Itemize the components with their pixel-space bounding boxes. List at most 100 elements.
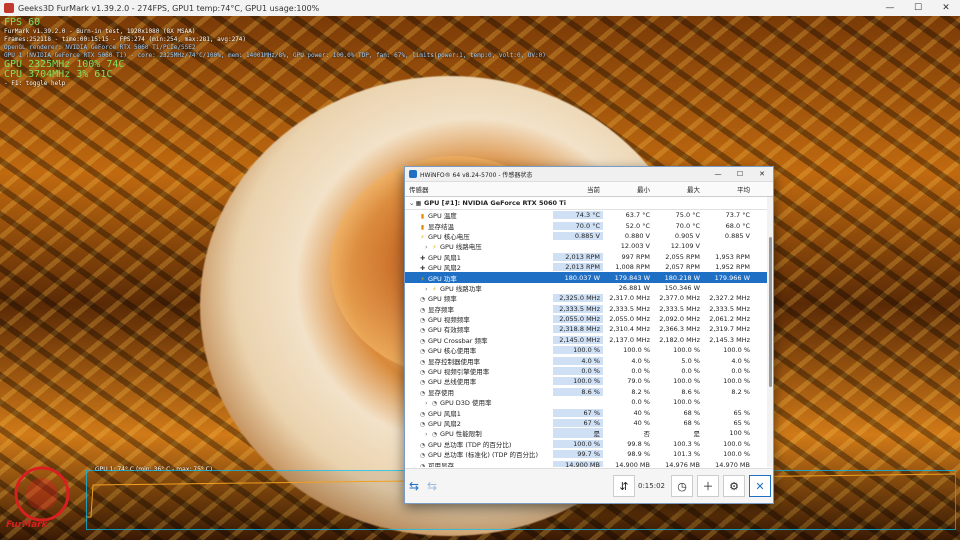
- sensor-min-value: 100.0 %: [623, 346, 650, 355]
- sensor-row[interactable]: › ◔ GPU D3D 使用率 0.0 % 100.0 %: [405, 397, 773, 407]
- sensor-row[interactable]: ◔ GPU 有效频率 2,318.8 MHz 2,310.4 MHz 2,366.3 M…: [405, 324, 773, 334]
- sensor-current-value: 2,333.5 MHz: [553, 304, 603, 313]
- sensor-min-value: 40 %: [633, 419, 650, 427]
- sensor-row[interactable]: ◔ 可用显存 14,900 MB 14,900 MB 14,976 MB 14,970 M…: [405, 459, 773, 467]
- sensor-row[interactable]: ⚡ GPU 核心电压 0.885 V 0.880 V 0.905 V 0.885 V: [405, 231, 773, 241]
- sensor-row[interactable]: ✚ GPU 风扇1 2,013 RPM 997 RPM 2,055 RPM 1,953 R…: [405, 252, 773, 262]
- sensor-row[interactable]: ◔ GPU 视频频率 2,055.0 MHz 2,055.0 MHz 2,092.0 M…: [405, 314, 773, 324]
- sensor-current-value: 2,013 RPM: [553, 252, 603, 261]
- column-header-max[interactable]: 最大: [653, 184, 703, 194]
- sensor-row[interactable]: › ◔ GPU 性能限制是否是 100 %: [405, 428, 773, 439]
- sensor-max-value: 2,092.0 MHz: [659, 315, 700, 324]
- maximize-button[interactable]: ☐: [904, 3, 932, 13]
- close-button[interactable]: ✕: [932, 3, 960, 13]
- sensor-row[interactable]: ◔ GPU 总线使用率 100.0 % 79.0 % 100.0 % 100.0 %: [405, 376, 773, 386]
- sensor-row[interactable]: ◔ 显存控制器使用率 4.0 % 4.0 % 5.0 % 4.0 %: [405, 355, 773, 366]
- sensor-row[interactable]: ◔ GPU 视频引擎使用率 0.0 % 0.0 % 0.0 % 0.0 %: [405, 366, 773, 376]
- sensor-name-cell: ◔ GPU 核心使用率: [405, 345, 553, 355]
- sensor-current-value: 67 %: [553, 408, 603, 417]
- hwinfo-minimize-button[interactable]: —: [707, 170, 729, 178]
- sensor-name-cell: ◔ GPU 总线使用率: [405, 376, 553, 386]
- sensor-row[interactable]: ✚ GPU 风扇2 2,013 RPM 1,008 RPM 2,057 RPM 1,952…: [405, 262, 773, 272]
- osd-line-2: Frames:252118 - time:00:15:15 - FPS:274 …: [4, 36, 247, 43]
- hwinfo-close-button[interactable]: ✕: [751, 170, 773, 178]
- sensor-row[interactable]: ◔ GPU 频率 2,325.0 MHz 2,317.0 MHz 2,377.0 MHz…: [405, 293, 773, 303]
- sensor-table-header: 传感器 当前 最小 最大 平均: [405, 182, 773, 197]
- column-header-current[interactable]: 当前: [553, 184, 603, 194]
- hwinfo-app-icon: [409, 170, 417, 178]
- sensor-current-value: 67 %: [553, 419, 603, 427]
- column-header-sensor[interactable]: 传感器: [405, 184, 553, 194]
- sensor-avg-value: 100.0 %: [723, 346, 750, 355]
- sensor-avg-value: 2,319.7 MHz: [709, 325, 750, 334]
- sensor-row[interactable]: › ⚡ GPU 线路功率 26.881 W 150.346 W: [405, 283, 773, 293]
- sensor-name-cell: ◔ GPU 风扇2: [405, 418, 553, 428]
- sensor-row[interactable]: ▮ GPU 温度 74.3 °C 63.7 °C 75.0 °C 73.7 °C: [405, 210, 773, 220]
- sensor-row[interactable]: ◔ GPU 核心使用率 100.0 % 100.0 % 100.0 % 100.0 %: [405, 345, 773, 355]
- sensor-max-value: 68 %: [683, 408, 700, 417]
- furmark-logo-text: FurMark: [6, 520, 48, 530]
- sensor-min-value: 79.0 %: [627, 377, 650, 386]
- sensor-current-value: 70.0 °C: [553, 221, 603, 230]
- sensor-row[interactable]: ◔ 显存使用 8.6 % 8.2 % 8.6 % 8.2 %: [405, 387, 773, 397]
- sensor-row[interactable]: ◔ GPU 风扇2 67 % 40 % 68 % 65 %: [405, 418, 773, 428]
- osd-line-3: OpenGL renderer: NVIDIA GeForce RTX 5060…: [4, 44, 196, 51]
- sensor-label: GPU 频率: [428, 295, 457, 304]
- nav-secondary-icon[interactable]: ⇆: [423, 477, 441, 495]
- sensor-row[interactable]: ◔ GPU Crossbar 频率 2,145.0 MHz 2,137.0 MHz 2,…: [405, 335, 773, 345]
- hwinfo-title: HWiNFO® 64 v8.24-5700 - 传感器状态: [420, 171, 533, 179]
- sensor-label: 显存控制器使用率: [428, 357, 480, 366]
- usage-icon: ◔: [419, 348, 426, 356]
- sensor-name-cell: ✚ GPU 风扇2: [405, 262, 553, 272]
- sensor-table-scrollbar[interactable]: [767, 197, 773, 467]
- sensor-min-value: 8.2 %: [631, 387, 650, 396]
- volt-icon: ⚡: [420, 233, 425, 241]
- sensor-row[interactable]: ⚡ GPU 功率 180.037 W 179.843 W 180.218 W 179.96…: [405, 272, 773, 283]
- sensor-label: GPU 总功率 (TDP 的百分比): [428, 440, 512, 449]
- sensor-name-cell: ◔ 显存控制器使用率: [405, 356, 553, 366]
- sensor-name-cell: ⚡ GPU 功率: [405, 273, 553, 283]
- usage-icon: ◔: [419, 410, 426, 418]
- sensor-max-value: 2,057 RPM: [665, 263, 700, 272]
- hwinfo-window: HWiNFO® 64 v8.24-5700 - 传感器状态 — ☐ ✕ 传感器 …: [404, 166, 774, 504]
- window-title: Geeks3D FurMark v1.39.2.0 - 274FPS, GPU1…: [18, 3, 320, 13]
- sensor-label: GPU D3D 使用率: [440, 399, 492, 408]
- hwinfo-maximize-button[interactable]: ☐: [729, 170, 751, 178]
- settings-gear-icon[interactable]: ⚙: [723, 475, 745, 497]
- column-header-avg[interactable]: 平均: [703, 184, 753, 194]
- sensor-row[interactable]: ◔ GPU 总功率 (标准化) (TDP 的百分比) 99.7 % 98.9 % 101…: [405, 449, 773, 459]
- add-report-icon[interactable]: ＋: [697, 475, 719, 497]
- sensor-row[interactable]: ◔ GPU 总功率 (TDP 的百分比) 100.0 % 99.8 % 100.3 % 1…: [405, 439, 773, 449]
- column-header-min[interactable]: 最小: [603, 184, 653, 194]
- sensor-row[interactable]: ◔ 显存频率 2,333.5 MHz 2,333.5 MHz 2,333.5 MHz 2,…: [405, 304, 773, 314]
- sensor-label: GPU 风扇2: [428, 420, 461, 428]
- sensor-current-value: 100.0 %: [553, 346, 603, 355]
- sensor-row[interactable]: › ⚡ GPU 线路电压 12.003 V 12.109 V: [405, 241, 773, 251]
- scrollbar-thumb[interactable]: [769, 237, 772, 387]
- sensor-name-cell: › ◔ GPU 性能限制: [405, 428, 553, 438]
- sensor-current-value: 100.0 %: [553, 439, 603, 448]
- sensor-row[interactable]: ▮ 显存结温 70.0 °C 52.0 °C 70.0 °C 68.0 °C: [405, 220, 773, 231]
- clock-icon: ◔: [419, 306, 426, 314]
- sensor-label: GPU 核心电压: [428, 232, 470, 241]
- sensor-max-value: 100.0 %: [673, 377, 700, 386]
- sensor-label: GPU 风扇1: [428, 253, 461, 262]
- usage-icon: ◔: [419, 358, 426, 366]
- close-sensors-icon[interactable]: ✕: [749, 475, 771, 497]
- minimize-button[interactable]: —: [876, 3, 904, 13]
- sensor-table[interactable]: ⌄▦ GPU [#1]: NVIDIA GeForce RTX 5060 Ti ▮…: [405, 197, 773, 467]
- sensor-max-value: 2,333.5 MHz: [659, 304, 700, 313]
- sensor-avg-value: 2,327.2 MHz: [709, 294, 750, 303]
- sensor-group-gpu[interactable]: ⌄▦ GPU [#1]: NVIDIA GeForce RTX 5060 Ti: [405, 197, 773, 210]
- sensor-current-value: 180.037 W: [564, 273, 600, 282]
- clock-icon[interactable]: ◷: [671, 475, 693, 497]
- sensor-avg-value: 100.0 %: [723, 377, 750, 386]
- sensor-row[interactable]: ◔ GPU 风扇1 67 % 40 % 68 % 65 %: [405, 407, 773, 418]
- nav-back-forward-icon[interactable]: ⇆: [405, 477, 423, 495]
- network-icon[interactable]: ⇵: [613, 475, 635, 497]
- sensor-avg-value: 8.2 %: [731, 387, 750, 396]
- osd-line-1: FurMark v1.39.2.0 - Burn-in test, 1920x1…: [4, 28, 196, 35]
- sensor-avg-value: 0.0 %: [731, 367, 750, 376]
- sensor-avg-value: 65 %: [733, 419, 750, 427]
- hwinfo-titlebar: HWiNFO® 64 v8.24-5700 - 传感器状态 — ☐ ✕: [405, 167, 773, 182]
